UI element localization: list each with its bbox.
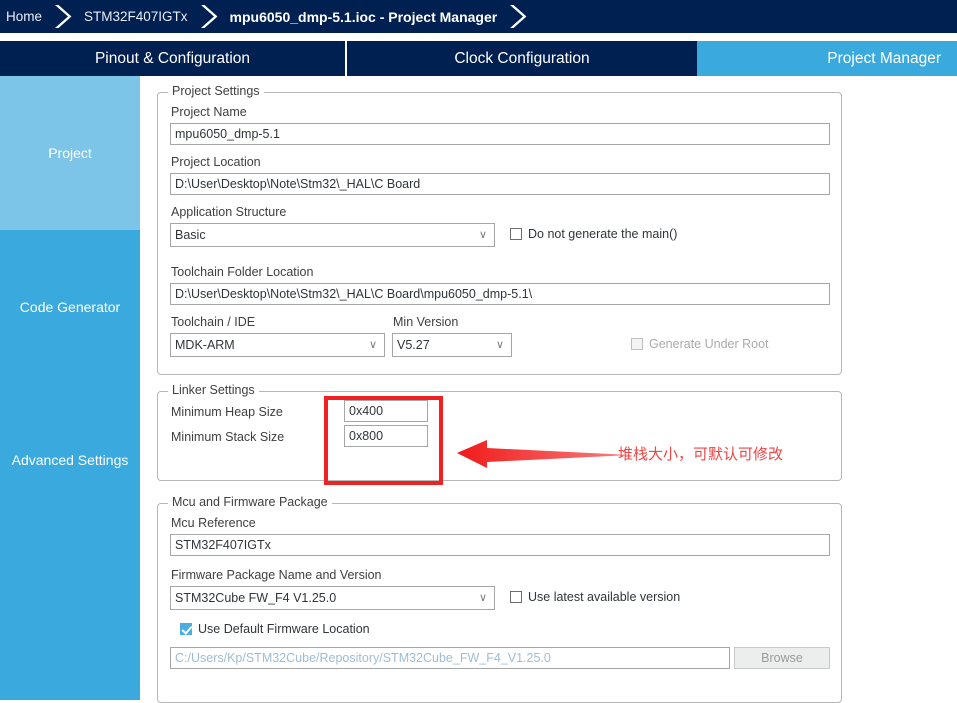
do-not-generate-main-label: Do not generate the main() [528, 227, 678, 241]
breadcrumb-chevron-icon-2 [194, 0, 224, 33]
project-settings-group-title: Project Settings [168, 84, 264, 98]
use-latest-version-label: Use latest available version [528, 590, 681, 604]
toolchain-ide-label: Toolchain / IDE [171, 315, 256, 329]
project-location-label: Project Location [171, 155, 261, 169]
chevron-down-icon: ∨ [495, 339, 504, 351]
project-name-label: Project Name [171, 105, 247, 119]
toolchain-folder-input[interactable]: D:\User\Desktop\Note\Stm32\_HAL\C Board\… [170, 283, 830, 305]
checkbox-box [510, 591, 522, 603]
generate-under-root-checkbox[interactable]: Generate Under Root [631, 337, 769, 351]
tab-pinout-configuration[interactable]: Pinout & Configuration [0, 41, 345, 76]
main-tab-row: Pinout & Configuration Clock Configurati… [0, 41, 957, 117]
chevron-down-icon: ∨ [368, 339, 377, 351]
minimum-heap-size-label: Minimum Heap Size [171, 405, 283, 419]
chevron-down-icon: ∨ [478, 592, 487, 604]
do-not-generate-main-checkbox[interactable]: Do not generate the main() [510, 227, 677, 241]
sidebar-item-advanced-settings[interactable]: Advanced Settings [0, 383, 140, 537]
use-latest-version-checkbox[interactable]: Use latest available version [510, 590, 680, 604]
chevron-down-icon: ∨ [478, 229, 487, 241]
application-structure-label: Application Structure [171, 205, 287, 219]
toolchain-ide-select[interactable]: MDK-ARM ∨ [170, 333, 385, 357]
browse-button[interactable]: Browse [734, 647, 830, 669]
application-structure-value: Basic [175, 228, 206, 242]
firmware-package-select[interactable]: STM32Cube FW_F4 V1.25.0 ∨ [170, 586, 495, 610]
min-version-select[interactable]: V5.27 ∨ [392, 333, 512, 357]
minimum-stack-size-input[interactable]: 0x800 [344, 425, 428, 447]
mcu-reference-input[interactable]: STM32F407IGTx [170, 534, 830, 556]
project-location-input[interactable]: D:\User\Desktop\Note\Stm32\_HAL\C Board [170, 173, 830, 195]
use-default-firmware-location-checkbox[interactable]: Use Default Firmware Location [180, 622, 370, 636]
sidebar-item-label-advanced-settings: Advanced Settings [11, 452, 129, 468]
use-default-firmware-location-label: Use Default Firmware Location [198, 622, 370, 636]
mcu-firmware-package-group: Mcu and Firmware Package Mcu Reference S… [157, 495, 842, 703]
project-manager-content: Project Settings Project Name mpu6050_dm… [143, 76, 957, 703]
application-structure-select[interactable]: Basic ∨ [170, 223, 495, 247]
breadcrumb-item-home[interactable]: Home [0, 9, 48, 24]
sidebar-item-empty[interactable] [0, 537, 140, 700]
toolchain-ide-value: MDK-ARM [175, 338, 235, 352]
project-name-input[interactable]: mpu6050_dmp-5.1 [170, 123, 830, 145]
tab-clock-configuration[interactable]: Clock Configuration [347, 41, 697, 76]
sidebar-item-label-code-generator: Code Generator [19, 298, 121, 315]
breadcrumb-chevron-icon [48, 0, 78, 33]
min-version-label: Min Version [393, 315, 459, 329]
breadcrumb: Home STM32F407IGTx mpu6050_dmp-5.1.ioc -… [0, 0, 957, 33]
breadcrumb-item-device[interactable]: STM32F407IGTx [78, 9, 194, 24]
linker-settings-group-title: Linker Settings [168, 383, 259, 397]
annotation-note-text: 堆栈大小，可默认可修改 [618, 445, 784, 463]
sidebar-item-code-generator[interactable]: Code Generator [0, 230, 140, 383]
sidebar-item-label-project: Project [48, 145, 92, 161]
tab-project-manager[interactable]: Project Manager [697, 41, 957, 76]
min-version-value: V5.27 [397, 338, 430, 352]
toolchain-folder-label: Toolchain Folder Location [171, 265, 314, 279]
annotation-arrow-icon [457, 440, 631, 468]
sidebar: Project Code Generator Advanced Settings [0, 76, 140, 700]
mcu-firmware-group-title: Mcu and Firmware Package [168, 495, 332, 509]
minimum-heap-size-input[interactable]: 0x400 [344, 400, 428, 422]
minimum-stack-size-label: Minimum Stack Size [171, 430, 285, 444]
sidebar-item-project[interactable]: Project [0, 76, 140, 230]
firmware-package-value: STM32Cube FW_F4 V1.25.0 [175, 591, 337, 605]
checkbox-box [180, 623, 192, 635]
mcu-reference-label: Mcu Reference [171, 516, 256, 530]
checkbox-box [510, 228, 522, 240]
breadcrumb-chevron-icon-3 [503, 0, 533, 33]
firmware-location-input[interactable]: C:/Users/Kp/STM32Cube/Repository/STM32Cu… [170, 647, 730, 669]
firmware-package-label: Firmware Package Name and Version [171, 568, 382, 582]
project-settings-group: Project Settings Project Name mpu6050_dm… [157, 84, 842, 375]
checkbox-box [631, 338, 643, 350]
breadcrumb-item-current: mpu6050_dmp-5.1.ioc - Project Manager [229, 8, 498, 25]
generate-under-root-label: Generate Under Root [649, 337, 769, 351]
